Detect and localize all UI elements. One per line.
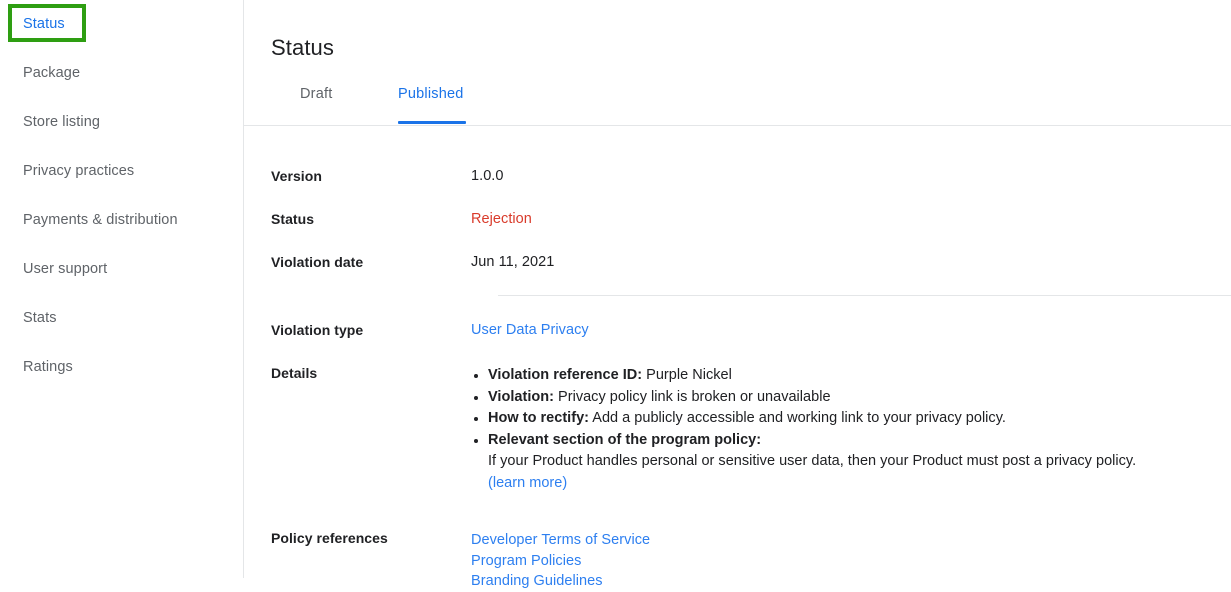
tab-selected-indicator	[398, 121, 466, 124]
page-title: Status	[271, 34, 334, 60]
row-value-version: 1.0.0	[471, 168, 504, 184]
main-content: Status Draft Published Version 1.0.0 Sta…	[244, 0, 1231, 589]
row-value-details: Violation reference ID: Purple Nickel Vi…	[471, 365, 1231, 494]
sidebar-item-label: Status	[23, 16, 65, 33]
tab-published-label: Published	[398, 86, 464, 102]
list-item: Violation: Privacy policy link is broken…	[488, 387, 1231, 409]
bullet-term: How to rectify:	[488, 410, 589, 426]
tab-draft[interactable]: Draft	[300, 84, 332, 125]
row-label-status: Status	[271, 211, 315, 227]
list-item: Relevant section of the program policy: …	[488, 430, 1231, 495]
bullet-term: Violation reference ID:	[488, 367, 643, 383]
sidebar-item-list: Status Package Store listing Privacy pra…	[0, 0, 243, 392]
bullet-text: Privacy policy link is broken or unavail…	[554, 388, 831, 405]
sidebar-nav: Status Package Store listing Privacy pra…	[0, 0, 244, 578]
policy-reference-links: Developer Terms of Service Program Polic…	[471, 530, 1231, 592]
policy-link-developer-terms[interactable]: Developer Terms of Service	[471, 530, 1231, 551]
sidebar-item-stats[interactable]: Stats	[0, 294, 243, 343]
sidebar-item-label: Ratings	[23, 359, 73, 376]
sidebar-item-store-listing[interactable]: Store listing	[0, 98, 243, 147]
details-bullet-list: Violation reference ID: Purple Nickel Vi…	[471, 365, 1231, 494]
list-item: How to rectify: Add a publicly accessibl…	[488, 408, 1231, 430]
bullet-text: Purple Nickel	[642, 367, 732, 383]
list-item: Violation reference ID: Purple Nickel	[488, 365, 1231, 387]
sidebar-item-label: User support	[23, 261, 108, 278]
sidebar-item-label: Store listing	[23, 114, 101, 131]
row-policy-references: Policy references Developer Terms of Ser…	[244, 530, 1231, 592]
status-details: Version 1.0.0 Status Rejection Violation…	[244, 126, 1231, 592]
tab-bar: Draft Published	[244, 84, 1231, 126]
sidebar-item-label: Privacy practices	[23, 163, 135, 180]
sidebar-item-payments-distribution[interactable]: Payments & distribution	[0, 196, 243, 245]
policy-excerpt-text: If your Product handles personal or sens…	[488, 453, 1137, 469]
sidebar-item-ratings[interactable]: Ratings	[0, 343, 243, 392]
row-value-violation-date: Jun 11, 2021	[471, 254, 555, 270]
learn-more-link[interactable]: (learn more)	[488, 473, 1231, 495]
row-label-details: Details	[271, 365, 318, 381]
bullet-term: Relevant section of the program policy:	[488, 431, 762, 448]
row-version: Version 1.0.0	[244, 168, 1231, 184]
app-root: Status Package Store listing Privacy pra…	[0, 0, 1231, 589]
row-label-version: Version	[271, 168, 322, 184]
tab-published[interactable]: Published	[398, 84, 464, 125]
sidebar-item-label: Payments & distribution	[23, 212, 178, 229]
sidebar-item-label: Stats	[23, 310, 57, 327]
sidebar-item-label: Package	[23, 65, 81, 82]
row-violation-type: Violation type User Data Privacy	[244, 322, 1231, 338]
row-label-violation-type: Violation type	[271, 322, 364, 338]
row-label-violation-date: Violation date	[271, 254, 364, 270]
row-details: Details Violation reference ID: Purple N…	[244, 365, 1231, 494]
bullet-text: Add a publicly accessible and working li…	[589, 410, 1006, 426]
violation-type-link[interactable]: User Data Privacy	[471, 322, 589, 338]
sidebar-item-status[interactable]: Status	[0, 0, 243, 49]
row-value-violation-type: User Data Privacy	[471, 322, 1231, 338]
sidebar-item-privacy-practices[interactable]: Privacy practices	[0, 147, 243, 196]
row-label-policy-references: Policy references	[271, 530, 388, 546]
tab-draft-label: Draft	[300, 86, 333, 102]
bullet-term: Violation:	[488, 388, 554, 405]
row-violation-date: Violation date Jun 11, 2021	[244, 254, 1231, 270]
status-badge: Rejection	[471, 211, 532, 227]
sidebar-item-package[interactable]: Package	[0, 49, 243, 98]
row-status: Status Rejection	[244, 211, 1231, 227]
policy-link-program-policies[interactable]: Program Policies	[471, 551, 1231, 572]
sidebar-item-user-support[interactable]: User support	[0, 245, 243, 294]
policy-link-branding-guidelines[interactable]: Branding Guidelines	[471, 571, 1231, 592]
